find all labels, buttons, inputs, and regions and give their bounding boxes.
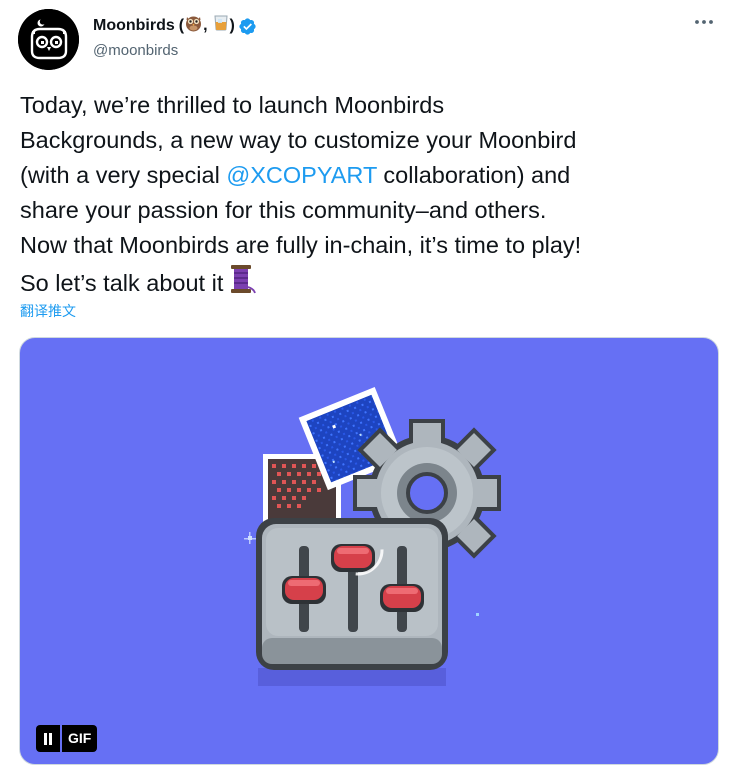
tweet-card: Moonbirds ( ,) @moonbirds Today, we’re … [0, 0, 732, 779]
author-name-separator: , [203, 17, 208, 34]
moonbird-owl-icon [18, 9, 79, 70]
settings-sliders-gear-illustration [244, 387, 501, 686]
verified-badge-icon [238, 17, 257, 36]
tweet-text-line: (with a very special @XCOPYART collabora… [20, 158, 720, 193]
tweet-text-line: So let’s talk about it [20, 263, 720, 305]
author-name-paren-open: ( [178, 17, 185, 34]
gif-badge: GIF [62, 725, 98, 752]
tweet-text-segment: collaboration) and [376, 162, 571, 188]
gif-media[interactable]: GIF [19, 337, 719, 765]
author-name-paren-close: ) [229, 17, 235, 34]
avatar[interactable] [18, 9, 79, 70]
pause-button[interactable] [36, 725, 60, 752]
tweet-text-line: Now that Moonbirds are fully in-chain, i… [20, 232, 582, 258]
more-options-button[interactable] [692, 10, 716, 34]
owl-emoji-icon [185, 13, 202, 39]
tweet-text: Today, we’re thrilled to launch Moonbird… [20, 88, 720, 305]
thread-spool-icon [227, 263, 257, 305]
author-handle[interactable]: @moonbirds [93, 40, 257, 62]
tweet-text-line: Today, we’re thrilled to launch Moonbird… [20, 92, 445, 118]
author-name-row[interactable]: Moonbirds ( ,) [93, 13, 257, 39]
tweet-text-segment: (with a very special [20, 162, 227, 188]
whisky-glass-emoji-icon [213, 14, 229, 38]
more-horizontal-icon [695, 20, 713, 24]
author-block: Moonbirds ( ,) @moonbirds [93, 13, 257, 62]
slider-knob [380, 584, 424, 612]
tweet-text-line: Backgrounds, a new way to customize your… [20, 127, 577, 153]
mention-link[interactable]: @XCOPYART [226, 162, 377, 188]
translate-tweet-link[interactable]: 翻译推文 [20, 301, 76, 321]
gif-controls: GIF [36, 725, 98, 752]
slider-knob [331, 544, 375, 572]
author-name[interactable]: Moonbirds [93, 15, 175, 37]
sliders-panel [256, 518, 448, 670]
tweet-text-segment: So let’s talk about it [20, 270, 224, 296]
tweet-text-line: share your passion for this community–an… [20, 197, 547, 223]
pause-icon [44, 732, 52, 745]
slider-knob [282, 576, 326, 604]
